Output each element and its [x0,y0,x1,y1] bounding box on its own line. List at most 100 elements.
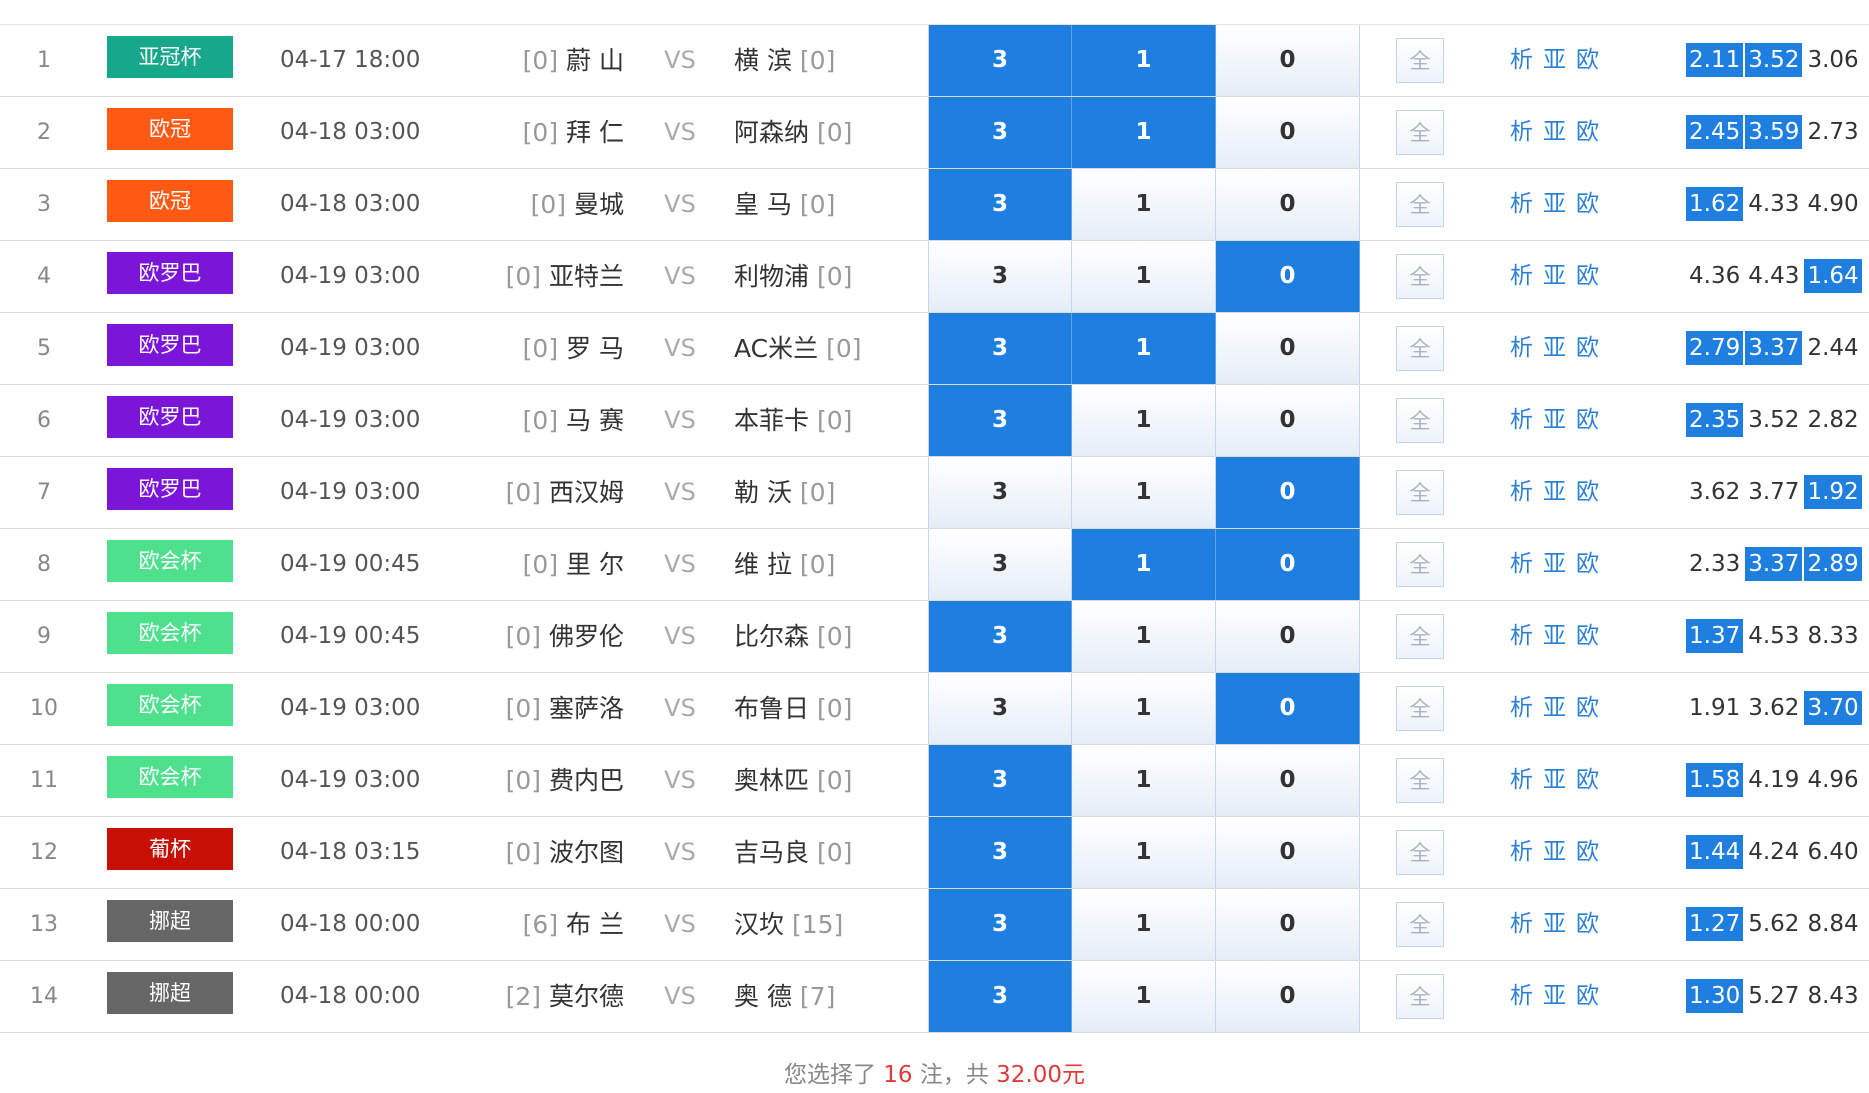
option-win-button[interactable]: 3 [928,169,1072,240]
option-draw-button[interactable]: 1 [1072,673,1216,744]
select-all-button[interactable]: 全 [1396,542,1444,587]
option-win-button[interactable]: 3 [928,601,1072,672]
asian-odds-link[interactable]: 亚 [1543,961,1566,1032]
asian-odds-link[interactable]: 亚 [1543,385,1566,456]
select-all-button[interactable]: 全 [1396,614,1444,659]
analysis-link[interactable]: 析 [1510,313,1533,384]
league-badge[interactable]: 欧冠 [107,180,233,222]
option-win-button[interactable]: 3 [928,529,1072,600]
analysis-link[interactable]: 析 [1510,601,1533,672]
league-badge[interactable]: 欧会杯 [107,756,233,798]
league-badge[interactable]: 欧罗巴 [107,252,233,294]
analysis-link[interactable]: 析 [1510,889,1533,960]
asian-odds-link[interactable]: 亚 [1543,313,1566,384]
euro-odds-link[interactable]: 欧 [1576,745,1599,816]
option-win-button[interactable]: 3 [928,745,1072,816]
option-draw-button[interactable]: 1 [1072,169,1216,240]
option-draw-button[interactable]: 1 [1072,385,1216,456]
option-loss-button[interactable]: 0 [1216,25,1360,96]
option-draw-button[interactable]: 1 [1072,601,1216,672]
option-draw-button[interactable]: 1 [1072,817,1216,888]
option-loss-button[interactable]: 0 [1216,673,1360,744]
option-loss-button[interactable]: 0 [1216,385,1360,456]
euro-odds-link[interactable]: 欧 [1576,385,1599,456]
asian-odds-link[interactable]: 亚 [1543,241,1566,312]
analysis-link[interactable]: 析 [1510,529,1533,600]
option-win-button[interactable]: 3 [928,313,1072,384]
select-all-button[interactable]: 全 [1396,686,1444,731]
option-win-button[interactable]: 3 [928,25,1072,96]
option-loss-button[interactable]: 0 [1216,241,1360,312]
league-badge[interactable]: 挪超 [107,900,233,942]
asian-odds-link[interactable]: 亚 [1543,889,1566,960]
analysis-link[interactable]: 析 [1510,817,1533,888]
asian-odds-link[interactable]: 亚 [1543,601,1566,672]
option-draw-button[interactable]: 1 [1072,25,1216,96]
option-loss-button[interactable]: 0 [1216,313,1360,384]
asian-odds-link[interactable]: 亚 [1543,97,1566,168]
asian-odds-link[interactable]: 亚 [1543,817,1566,888]
option-draw-button[interactable]: 1 [1072,961,1216,1032]
select-all-button[interactable]: 全 [1396,470,1444,515]
analysis-link[interactable]: 析 [1510,385,1533,456]
euro-odds-link[interactable]: 欧 [1576,529,1599,600]
option-win-button[interactable]: 3 [928,385,1072,456]
league-badge[interactable]: 葡杯 [107,828,233,870]
option-loss-button[interactable]: 0 [1216,817,1360,888]
league-badge[interactable]: 欧会杯 [107,684,233,726]
league-badge[interactable]: 欧会杯 [107,612,233,654]
select-all-button[interactable]: 全 [1396,830,1444,875]
select-all-button[interactable]: 全 [1396,326,1444,371]
euro-odds-link[interactable]: 欧 [1576,169,1599,240]
league-badge[interactable]: 欧会杯 [107,540,233,582]
option-loss-button[interactable]: 0 [1216,601,1360,672]
option-draw-button[interactable]: 1 [1072,313,1216,384]
select-all-button[interactable]: 全 [1396,398,1444,443]
league-badge[interactable]: 亚冠杯 [107,36,233,78]
option-loss-button[interactable]: 0 [1216,889,1360,960]
analysis-link[interactable]: 析 [1510,673,1533,744]
euro-odds-link[interactable]: 欧 [1576,457,1599,528]
euro-odds-link[interactable]: 欧 [1576,241,1599,312]
analysis-link[interactable]: 析 [1510,457,1533,528]
euro-odds-link[interactable]: 欧 [1576,97,1599,168]
option-win-button[interactable]: 3 [928,97,1072,168]
asian-odds-link[interactable]: 亚 [1543,457,1566,528]
euro-odds-link[interactable]: 欧 [1576,601,1599,672]
option-win-button[interactable]: 3 [928,889,1072,960]
option-draw-button[interactable]: 1 [1072,745,1216,816]
asian-odds-link[interactable]: 亚 [1543,529,1566,600]
euro-odds-link[interactable]: 欧 [1576,25,1599,96]
asian-odds-link[interactable]: 亚 [1543,745,1566,816]
option-loss-button[interactable]: 0 [1216,169,1360,240]
option-draw-button[interactable]: 1 [1072,889,1216,960]
select-all-button[interactable]: 全 [1396,110,1444,155]
analysis-link[interactable]: 析 [1510,241,1533,312]
asian-odds-link[interactable]: 亚 [1543,25,1566,96]
option-win-button[interactable]: 3 [928,961,1072,1032]
analysis-link[interactable]: 析 [1510,169,1533,240]
analysis-link[interactable]: 析 [1510,745,1533,816]
option-win-button[interactable]: 3 [928,457,1072,528]
analysis-link[interactable]: 析 [1510,961,1533,1032]
league-badge[interactable]: 欧冠 [107,108,233,150]
league-badge[interactable]: 欧罗巴 [107,468,233,510]
euro-odds-link[interactable]: 欧 [1576,961,1599,1032]
option-loss-button[interactable]: 0 [1216,529,1360,600]
analysis-link[interactable]: 析 [1510,97,1533,168]
select-all-button[interactable]: 全 [1396,254,1444,299]
euro-odds-link[interactable]: 欧 [1576,817,1599,888]
option-draw-button[interactable]: 1 [1072,97,1216,168]
analysis-link[interactable]: 析 [1510,25,1533,96]
select-all-button[interactable]: 全 [1396,902,1444,947]
asian-odds-link[interactable]: 亚 [1543,169,1566,240]
asian-odds-link[interactable]: 亚 [1543,673,1566,744]
league-badge[interactable]: 挪超 [107,972,233,1014]
league-badge[interactable]: 欧罗巴 [107,396,233,438]
option-loss-button[interactable]: 0 [1216,745,1360,816]
option-loss-button[interactable]: 0 [1216,97,1360,168]
option-win-button[interactable]: 3 [928,673,1072,744]
select-all-button[interactable]: 全 [1396,758,1444,803]
league-badge[interactable]: 欧罗巴 [107,324,233,366]
option-loss-button[interactable]: 0 [1216,961,1360,1032]
